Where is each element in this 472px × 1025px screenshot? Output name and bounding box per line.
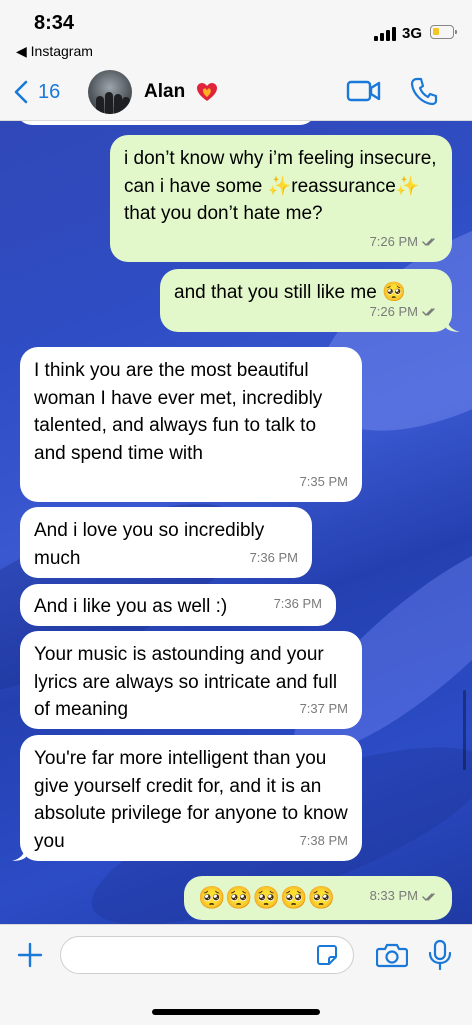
plus-icon[interactable]	[16, 941, 44, 969]
message-time: 7:37 PM	[299, 700, 348, 716]
message-text: And i love you so incredibly much	[34, 520, 265, 569]
bubble-tail	[12, 847, 26, 861]
message-time: 7:38 PM	[299, 832, 348, 848]
home-indicator[interactable]	[152, 1009, 320, 1015]
message-text: And i like you as well :)	[34, 596, 228, 617]
video-call-icon[interactable]	[346, 78, 382, 104]
message-meta: 7:26 PM	[370, 228, 438, 256]
signal-strength-icon	[374, 27, 396, 41]
status-time: 8:34	[34, 12, 75, 34]
chat-scrollbar[interactable]	[463, 690, 466, 770]
unread-chats-count[interactable]: 16	[38, 81, 60, 104]
message-text: 🥺🥺🥺🥺🥺	[198, 885, 335, 910]
chat-header: 16 Alan	[0, 64, 472, 121]
message-text: Your music is astounding and your lyrics…	[34, 644, 338, 720]
message-meta: 8:33 PM	[370, 882, 438, 910]
chat-background: i don’t know why i’m feeling insecure, c…	[0, 121, 472, 924]
microphone-icon[interactable]	[428, 939, 452, 971]
message-bubble-incoming[interactable]: And i love you so incredibly much 7:36 P…	[20, 507, 312, 578]
message-time: 7:36 PM	[273, 595, 322, 611]
message-meta: 7:37 PM	[300, 695, 348, 723]
message-bubble-incoming[interactable]: And i like you as well :) 7:36 PM	[20, 584, 336, 626]
back-to-instagram-link[interactable]: ◀ Instagram	[16, 43, 93, 60]
message-composer	[0, 924, 472, 1025]
contact-avatar[interactable]	[88, 70, 132, 114]
heart-on-fire-icon	[197, 83, 217, 101]
double-check-icon	[422, 892, 435, 901]
message-meta: 7:26 PM	[370, 298, 438, 326]
previous-message-bubble	[16, 121, 316, 125]
back-chevron-icon[interactable]	[12, 80, 32, 104]
message-time: 7:26 PM	[369, 233, 418, 249]
message-meta: 7:36 PM	[250, 544, 298, 572]
battery-icon	[430, 25, 457, 39]
message-time: 7:36 PM	[249, 549, 298, 565]
camera-icon[interactable]	[376, 942, 408, 968]
message-time: 7:35 PM	[299, 473, 348, 489]
message-meta: 7:35 PM	[300, 468, 348, 496]
voice-call-icon[interactable]	[410, 76, 438, 106]
network-type: 3G	[402, 25, 423, 42]
sticker-icon[interactable]	[316, 944, 338, 966]
message-bubble-outgoing[interactable]: 🥺🥺🥺🥺🥺 8:33 PM	[184, 876, 452, 920]
message-bubble-incoming[interactable]: You're far more intelligent than you giv…	[20, 735, 362, 861]
message-time: 7:26 PM	[369, 303, 418, 319]
bubble-tail	[446, 318, 460, 332]
message-bubble-outgoing[interactable]: i don’t know why i’m feeling insecure, c…	[110, 135, 452, 262]
message-text: I think you are the most beautiful woman…	[34, 360, 323, 464]
message-bubble-incoming[interactable]: Your music is astounding and your lyrics…	[20, 631, 362, 729]
message-time: 8:33 PM	[369, 888, 418, 903]
double-check-icon	[422, 238, 435, 247]
contact-name[interactable]: Alan	[144, 81, 185, 103]
message-bubble-incoming[interactable]: I think you are the most beautiful woman…	[20, 347, 362, 502]
status-bar: 8:34 ◀ Instagram 3G	[0, 0, 472, 64]
double-check-icon	[422, 308, 435, 317]
message-input[interactable]	[60, 936, 354, 974]
message-meta: 7:36 PM	[274, 590, 322, 618]
message-bubble-outgoing[interactable]: and that you still like me 🥺 7:26 PM	[160, 269, 452, 332]
message-text: i don’t know why i’m feeling insecure, c…	[124, 148, 437, 224]
message-meta: 7:38 PM	[300, 827, 348, 855]
